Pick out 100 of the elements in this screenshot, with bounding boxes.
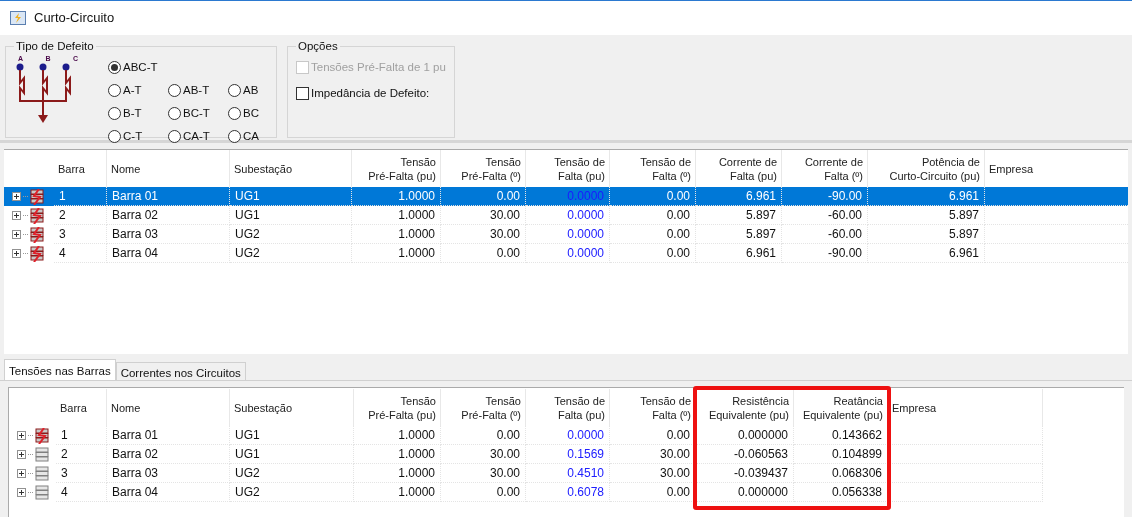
radio-option[interactable]: C-T [108, 126, 168, 147]
table-cell: 1.0000 [354, 464, 441, 483]
column-header[interactable]: Nome [107, 389, 230, 426]
expand-icon[interactable] [17, 450, 26, 459]
table-cell: 0.056338 [794, 483, 888, 502]
expand-icon[interactable] [12, 230, 21, 239]
table-cell: -60.00 [782, 225, 868, 244]
table-cell: 1 [56, 426, 107, 445]
radio-option[interactable]: BC-T [168, 103, 228, 124]
table-cell: Barra 03 [107, 225, 230, 244]
table-cell: 0.068306 [794, 464, 888, 483]
table-cell: 30.00 [441, 206, 526, 225]
table-cell: 6.961 [868, 187, 985, 206]
column-header[interactable]: Tensão Pré-Falta (pu) [354, 389, 441, 426]
radio-indicator[interactable] [228, 129, 241, 143]
table-cell: 0.4510 [526, 464, 610, 483]
table-cell: 0.0000 [526, 206, 610, 225]
table-cell: Barra 02 [107, 445, 230, 464]
column-header[interactable]: Resistência Equivalente (pu) [696, 389, 794, 426]
table-cell: 5.897 [696, 206, 782, 225]
table-cell: 0.00 [610, 187, 696, 206]
radio-indicator[interactable] [108, 60, 121, 74]
table-cell: 30.00 [441, 225, 526, 244]
expand-icon[interactable] [12, 192, 21, 201]
table-cell: 5.897 [868, 225, 985, 244]
table-cell: 6.961 [696, 187, 782, 206]
table-cell: -60.00 [782, 206, 868, 225]
table-cell: 3 [56, 464, 107, 483]
table-cell: Barra 03 [107, 464, 230, 483]
table-cell: 0.6078 [526, 483, 610, 502]
table-cell: Barra 01 [107, 426, 230, 445]
table-cell: 1.0000 [352, 244, 441, 263]
table-cell: 0.00 [610, 244, 696, 263]
column-header[interactable]: Empresa [888, 389, 1043, 426]
expand-icon[interactable] [17, 488, 26, 497]
column-header[interactable]: Barra [56, 389, 107, 426]
table-cell: 0.0000 [526, 426, 610, 445]
radio-indicator[interactable] [168, 129, 181, 143]
table-cell: Barra 04 [107, 244, 230, 263]
app-icon [10, 11, 26, 25]
table-cell: 0.00 [441, 187, 526, 206]
radio-option[interactable]: ABC-T [108, 57, 268, 78]
group-title: Tipo de Defeito [15, 39, 95, 54]
radio-option[interactable]: AB [228, 80, 268, 101]
table-cell: -0.060563 [696, 445, 794, 464]
column-header[interactable]: Tensão Pré-Falta (º) [441, 389, 526, 426]
table-cell: -90.00 [782, 187, 868, 206]
tab[interactable]: Correntes nos Circuitos [115, 362, 246, 380]
table-cell: 1.0000 [352, 206, 441, 225]
table-cell: 5.897 [696, 225, 782, 244]
expand-icon[interactable] [17, 431, 26, 440]
column-header[interactable]: Tensão de Falta (º) [610, 389, 696, 426]
radio-indicator[interactable] [108, 83, 121, 97]
table-cell: 6.961 [696, 244, 782, 263]
expand-icon[interactable] [17, 469, 26, 478]
table-cell: 30.00 [441, 445, 526, 464]
table-cell: 0.00 [441, 244, 526, 263]
expand-icon[interactable] [12, 249, 21, 258]
radio-indicator[interactable] [228, 83, 241, 97]
table-cell: UG1 [230, 445, 354, 464]
table-cell: 1.0000 [352, 225, 441, 244]
table-cell: 4 [54, 244, 107, 263]
table-cell: 6.961 [868, 244, 985, 263]
radio-option[interactable]: A-T [108, 80, 168, 101]
radio-option[interactable]: BC [228, 103, 268, 124]
radio-indicator[interactable] [168, 106, 181, 120]
table-cell: UG1 [230, 426, 354, 445]
table-cell: Barra 02 [107, 206, 230, 225]
checkbox-option[interactable]: Impedância de Defeito: [296, 84, 446, 102]
table-cell: UG1 [230, 206, 352, 225]
table-cell: Barra 01 [107, 187, 230, 206]
table-cell: 0.00 [610, 426, 696, 445]
column-header[interactable]: Tensão de Falta (pu) [526, 389, 610, 426]
table-cell: 0.1569 [526, 445, 610, 464]
table-cell: 0.0000 [526, 225, 610, 244]
radio-indicator[interactable] [228, 106, 241, 120]
radio-indicator[interactable] [108, 129, 121, 143]
table-cell: UG2 [230, 464, 354, 483]
table-cell: -0.039437 [696, 464, 794, 483]
tab[interactable]: Tensões nas Barras [4, 359, 116, 380]
radio-option[interactable]: AB-T [168, 80, 228, 101]
table-cell: 1.0000 [354, 426, 441, 445]
table-cell: 0.00 [441, 483, 526, 502]
table-cell: -90.00 [782, 244, 868, 263]
column-header[interactable]: Reatância Equivalente (pu) [794, 389, 888, 426]
table-cell: 3 [54, 225, 107, 244]
expand-icon[interactable] [12, 211, 21, 220]
radio-option[interactable]: CA-T [168, 126, 228, 147]
radio-option[interactable]: CA [228, 126, 268, 147]
radio-option[interactable]: B-T [108, 103, 168, 124]
group-title: Opções [297, 39, 339, 54]
table-cell: 5.897 [868, 206, 985, 225]
table-cell: 0.0000 [526, 187, 610, 206]
radio-indicator[interactable] [108, 106, 121, 120]
column-header[interactable]: Subestação [230, 389, 354, 426]
radio-indicator[interactable] [168, 83, 181, 97]
table-cell: 2 [54, 206, 107, 225]
table-cell: 1.0000 [354, 445, 441, 464]
table-cell: 0.00 [610, 483, 696, 502]
table-cell: 0.000000 [696, 426, 794, 445]
